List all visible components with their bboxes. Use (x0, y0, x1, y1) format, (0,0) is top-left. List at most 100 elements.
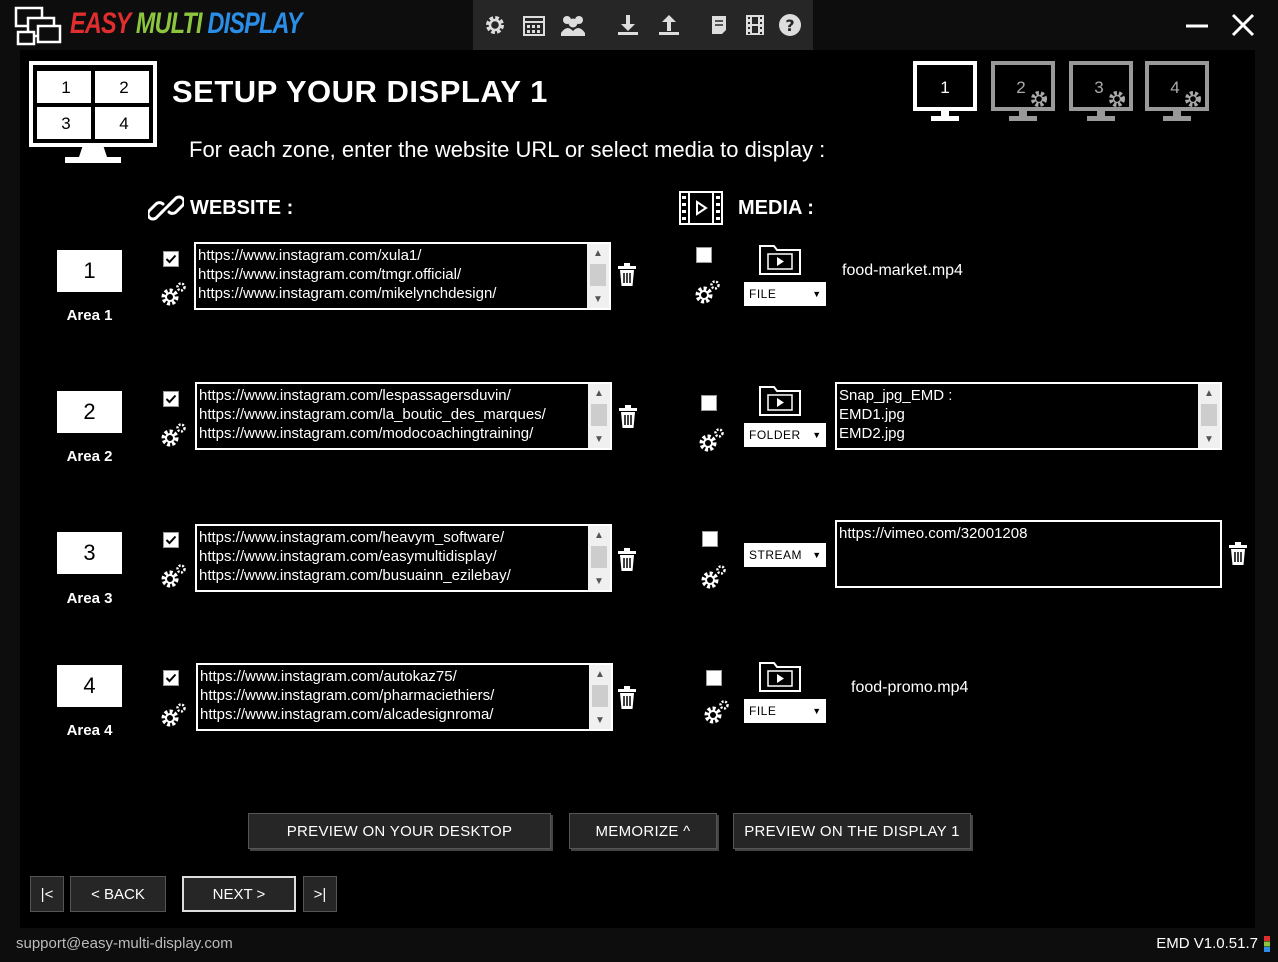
main-panel (20, 50, 1255, 928)
display-4-button[interactable]: 4 (1145, 61, 1209, 125)
multi-display-logo-icon (14, 6, 62, 46)
area-2-media-checkbox[interactable] (701, 395, 717, 411)
scroll-thumb[interactable] (1201, 404, 1217, 426)
scroll-thumb[interactable] (592, 685, 608, 707)
area-4-media-settings-icon[interactable] (703, 699, 729, 725)
area-4-website-settings-icon[interactable] (160, 702, 186, 728)
next-button[interactable]: NEXT > (182, 876, 296, 912)
back-button[interactable]: < BACK (70, 876, 166, 912)
logo-word-multi: MULTI (135, 7, 203, 40)
area-2-url-3: https://www.instagram.com/modocoachingtr… (199, 425, 534, 442)
scroll-thumb[interactable] (591, 404, 607, 426)
area-2-media-type-dropdown[interactable]: FOLDER ▼ (744, 423, 826, 447)
svg-text:?: ? (785, 16, 794, 35)
area-2-website-checkbox[interactable] (163, 391, 179, 407)
scroll-up-icon[interactable]: ▲ (588, 384, 610, 402)
scroll-thumb[interactable] (590, 264, 606, 286)
area-1-url-scrollbar[interactable]: ▲ ▼ (587, 244, 609, 308)
preview-desktop-button[interactable]: PREVIEW ON YOUR DESKTOP (248, 813, 551, 849)
area-1-media-checkbox[interactable] (696, 247, 712, 263)
last-page-button[interactable]: >| (303, 876, 337, 912)
upload-icon[interactable] (655, 10, 683, 40)
display-2-button[interactable]: 2 (991, 61, 1055, 125)
area-2-media-scrollbar[interactable]: ▲ ▼ (1198, 384, 1220, 448)
area-2-media-folder-icon[interactable] (758, 383, 802, 417)
display-3-label: 3 (1094, 78, 1103, 97)
close-button[interactable] (1226, 8, 1260, 42)
area-4-url-scrollbar[interactable]: ▲ ▼ (589, 665, 611, 729)
download-icon[interactable] (614, 10, 642, 40)
scroll-down-icon[interactable]: ▼ (588, 430, 610, 448)
area-3-url-scrollbar[interactable]: ▲ ▼ (588, 526, 610, 590)
area-2-trash-icon[interactable] (617, 405, 639, 429)
area-1-website-settings-icon[interactable] (160, 281, 186, 307)
scroll-down-icon[interactable]: ▼ (587, 290, 609, 308)
area-4-media-type-dropdown[interactable]: FILE ▼ (744, 699, 826, 723)
scroll-down-icon[interactable]: ▼ (1198, 430, 1220, 448)
area-4-website-checkbox[interactable] (163, 670, 179, 686)
preview-display-button[interactable]: PREVIEW ON THE DISPLAY 1 (733, 813, 971, 849)
media-section-label: MEDIA : (738, 196, 814, 219)
area-2-url-scrollbar[interactable]: ▲ ▼ (588, 384, 610, 448)
area-2-label: Area 2 (66, 448, 113, 465)
display-3-button[interactable]: 3 (1069, 61, 1133, 125)
display-layout-icon: 1 2 3 4 (29, 61, 157, 163)
chevron-down-icon: ▼ (812, 289, 822, 299)
support-email: support@easy-multi-display.com (16, 935, 233, 952)
area-2-url-list[interactable]: https://www.instagram.com/lespassagersdu… (195, 382, 612, 450)
notes-icon[interactable] (705, 10, 733, 40)
area-1-media-settings-icon[interactable] (694, 279, 720, 305)
film-icon[interactable] (741, 10, 769, 40)
area-1-media-folder-icon[interactable] (758, 242, 802, 276)
area-4-number: 4 (57, 665, 122, 707)
area-3-media-type-dropdown[interactable]: STREAM ▼ (744, 543, 826, 567)
area-4-url-list[interactable]: https://www.instagram.com/autokaz75/ htt… (196, 663, 613, 731)
area-3-stream-url: https://vimeo.com/32001208 (839, 525, 1028, 542)
area-4-media-checkbox[interactable] (706, 670, 722, 686)
area-3-url-list[interactable]: https://www.instagram.com/heavym_softwar… (195, 524, 612, 592)
help-icon[interactable]: ? (776, 10, 804, 40)
page-title: SETUP YOUR DISPLAY 1 (172, 74, 548, 109)
area-2-website-settings-icon[interactable] (160, 422, 186, 448)
area-2-media-settings-icon[interactable] (698, 427, 724, 453)
area-1-label: Area 1 (66, 307, 113, 324)
scroll-thumb[interactable] (591, 546, 607, 568)
display-1-button[interactable]: 1 (913, 61, 977, 125)
version-label: EMD V1.0.51.7 (1156, 935, 1258, 952)
area-3-media-type-value: STREAM (749, 548, 803, 562)
calendar-icon[interactable] (520, 10, 548, 40)
scroll-up-icon[interactable]: ▲ (588, 526, 610, 544)
area-4-trash-icon[interactable] (616, 686, 638, 710)
area-3-trash-icon[interactable] (616, 548, 638, 572)
scroll-up-icon[interactable]: ▲ (587, 244, 609, 262)
layout-cell-3: 3 (61, 114, 70, 133)
area-2-media-list[interactable]: Snap_jpg_EMD : EMD1.jpg EMD2.jpg ▲ ▼ (835, 382, 1222, 450)
minimize-button[interactable] (1180, 8, 1214, 42)
area-2-media-line-2: EMD1.jpg (839, 406, 905, 423)
area-3-stream-url-input[interactable]: https://vimeo.com/32001208 (835, 520, 1222, 588)
users-icon[interactable] (559, 10, 587, 40)
page-subtitle: For each zone, enter the website URL or … (189, 137, 826, 162)
layout-cell-1: 1 (61, 78, 70, 97)
area-3-media-settings-icon[interactable] (700, 564, 726, 590)
gear-icon[interactable] (481, 10, 509, 40)
scroll-down-icon[interactable]: ▼ (588, 572, 610, 590)
area-3-label: Area 3 (66, 590, 113, 607)
area-3-media-trash-icon[interactable] (1227, 542, 1249, 566)
display-2-label: 2 (1016, 78, 1025, 97)
scroll-up-icon[interactable]: ▲ (1198, 384, 1220, 402)
area-1-website-checkbox[interactable] (163, 251, 179, 267)
area-3-website-settings-icon[interactable] (160, 563, 186, 589)
scroll-down-icon[interactable]: ▼ (589, 711, 611, 729)
area-1-url-list[interactable]: https://www.instagram.com/xula1/ https:/… (194, 242, 611, 310)
area-3-website-checkbox[interactable] (163, 532, 179, 548)
area-3-media-checkbox[interactable] (702, 531, 718, 547)
toolbar: ? (473, 0, 813, 50)
area-1-trash-icon[interactable] (616, 263, 638, 287)
area-4-media-folder-icon[interactable] (758, 659, 802, 693)
memorize-button[interactable]: MEMORIZE ^ (569, 813, 717, 849)
area-4-media-type-value: FILE (749, 704, 777, 718)
first-page-button[interactable]: |< (30, 876, 64, 912)
scroll-up-icon[interactable]: ▲ (589, 665, 611, 683)
area-1-media-type-dropdown[interactable]: FILE ▼ (744, 282, 826, 306)
